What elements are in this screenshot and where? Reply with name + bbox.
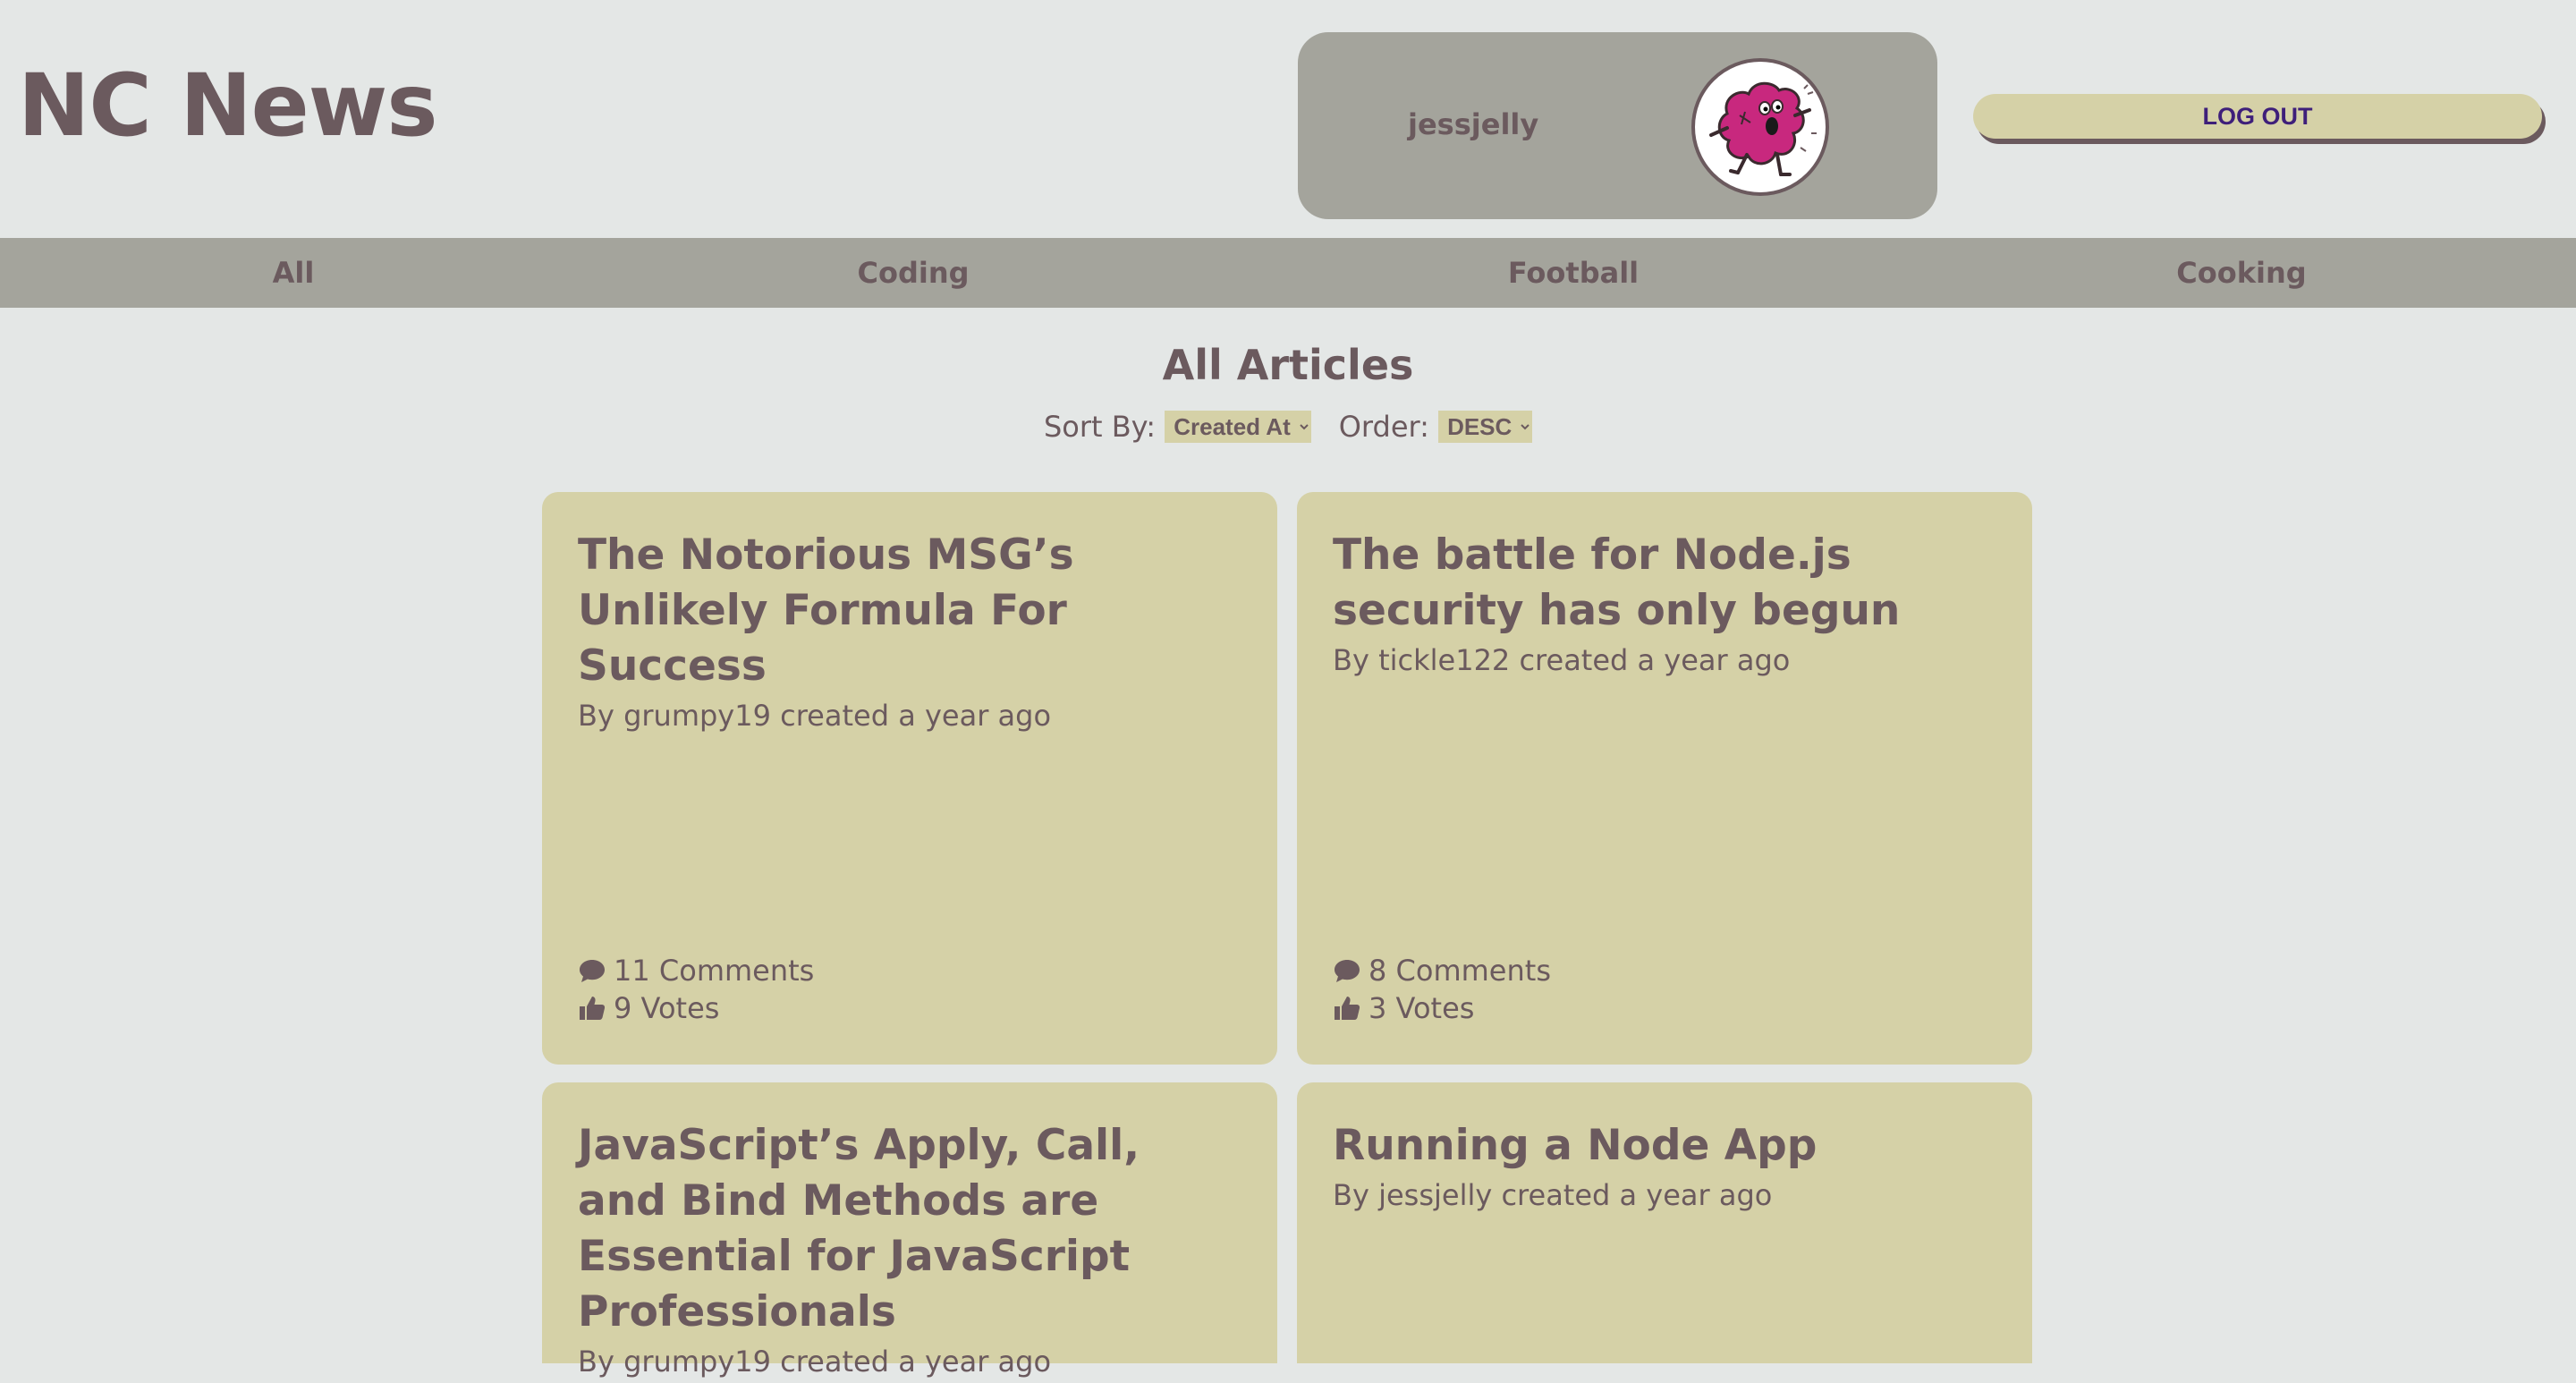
nav-item-all[interactable]: All [273, 238, 315, 308]
username: jessjelly [1408, 107, 1539, 141]
article-meta: By jessjelly created a year ago [1333, 1178, 1773, 1212]
nav-item-football[interactable]: Football [1508, 238, 1639, 308]
article-stats: 11 Comments 9 Votes [578, 952, 814, 1027]
sort-controls: Sort By: Created At Order: DESC [0, 410, 2576, 444]
vote-count: 3 Votes [1368, 991, 1475, 1025]
article-title[interactable]: Running a Node App [1333, 1118, 1996, 1174]
logout-button[interactable]: LOG OUT [1973, 94, 2542, 139]
article-card[interactable]: The battle for Node.js security has only… [1297, 492, 2032, 1065]
nav-item-cooking[interactable]: Cooking [2176, 238, 2306, 308]
article-card[interactable]: The Notorious MSG’s Unlikely Formula For… [542, 492, 1277, 1065]
comment-count-row: 8 Comments [1333, 952, 1551, 989]
article-card[interactable]: Running a Node App By jessjelly created … [1297, 1082, 2032, 1363]
article-title[interactable]: JavaScript’s Apply, Call, and Bind Metho… [578, 1118, 1241, 1340]
site-title: NC News [18, 55, 437, 156]
order-select[interactable]: DESC [1438, 411, 1533, 443]
vote-count: 9 Votes [614, 991, 720, 1025]
topic-nav: All Coding Football Cooking [0, 238, 2576, 308]
thumbs-up-icon[interactable] [1333, 994, 1361, 1022]
sort-label: Sort By: [1043, 410, 1157, 444]
page-heading: All Articles [1162, 341, 1414, 389]
article-title[interactable]: The battle for Node.js security has only… [1333, 528, 1996, 639]
comment-count: 8 Comments [1368, 954, 1551, 988]
article-meta: By tickle122 created a year ago [1333, 643, 1791, 677]
article-meta: By grumpy19 created a year ago [578, 699, 1052, 733]
nav-item-coding[interactable]: Coding [857, 238, 969, 308]
vote-count-row: 9 Votes [578, 989, 814, 1027]
comment-count-row: 11 Comments [578, 952, 814, 989]
vote-count-row: 3 Votes [1333, 989, 1551, 1027]
article-title[interactable]: The Notorious MSG’s Unlikely Formula For… [578, 528, 1241, 694]
pink-monster-avatar-icon [1709, 81, 1817, 176]
sort-by-select[interactable]: Created At [1165, 411, 1312, 443]
article-card[interactable]: JavaScript’s Apply, Call, and Bind Metho… [542, 1082, 1277, 1379]
user-panel: jessjelly [1298, 32, 1937, 219]
order-label: Order: [1338, 410, 1429, 444]
avatar[interactable] [1691, 58, 1829, 196]
comment-icon [580, 960, 605, 982]
comment-count: 11 Comments [614, 954, 815, 988]
thumbs-up-icon[interactable] [578, 994, 606, 1022]
comment-icon [1335, 960, 1360, 982]
article-stats: 8 Comments 3 Votes [1333, 952, 1551, 1027]
article-meta: By grumpy19 created a year ago [578, 1345, 1052, 1379]
